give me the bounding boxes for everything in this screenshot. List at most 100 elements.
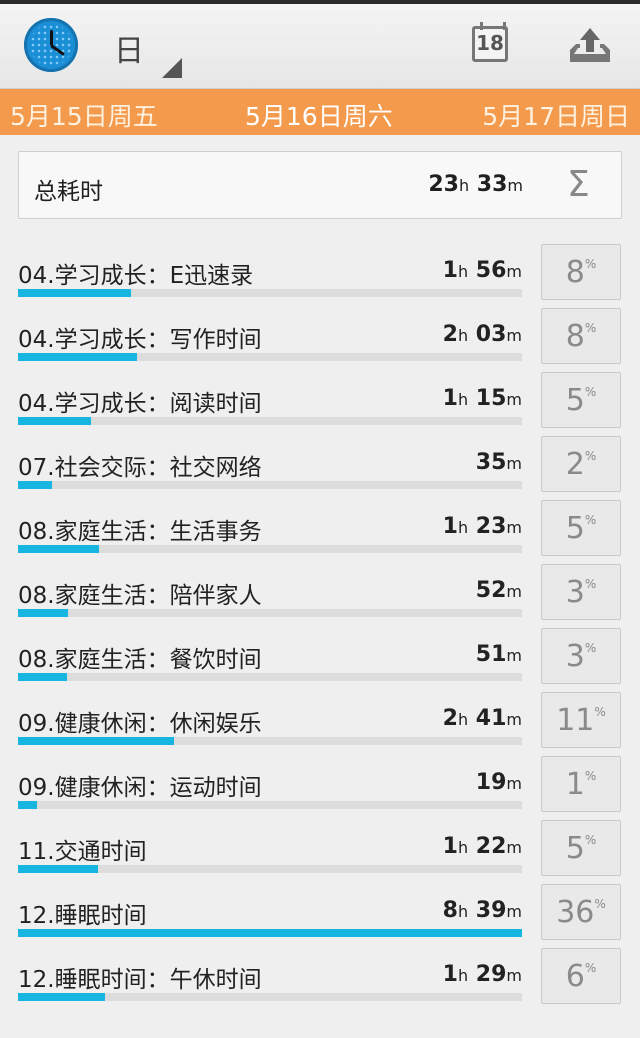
percent-sign: % — [594, 705, 606, 719]
duration-hours: 8 — [442, 898, 458, 923]
duration-minutes: 41 — [475, 706, 507, 731]
percent-badge[interactable]: 36% — [541, 884, 621, 940]
hours-unit: h — [457, 262, 469, 281]
list-item[interactable]: 09.健康休闲：运动时间 19m 1% — [0, 754, 640, 818]
progress-track — [18, 737, 522, 745]
share-upload-icon[interactable] — [566, 26, 614, 66]
list-item[interactable]: 08.家庭生活：生活事务 1h 23m 5% — [0, 498, 640, 562]
duration-hours: 1 — [442, 834, 458, 859]
percent-value: 36 — [556, 895, 595, 930]
list-item[interactable]: 08.家庭生活：陪伴家人 52m 3% — [0, 562, 640, 626]
minutes-unit: m — [506, 518, 522, 537]
percent-value: 11 — [556, 703, 595, 738]
category-name: 08.家庭生活：餐饮时间 — [18, 647, 262, 673]
duration-value: 1h 23m — [443, 514, 522, 539]
minutes-unit: m — [506, 454, 522, 473]
percent-sign: % — [584, 577, 597, 591]
duration-value: 2h 41m — [443, 706, 522, 731]
list-item[interactable]: 12.睡眠时间：午休时间 1h 29m 6% — [0, 946, 640, 1010]
category-name: 08.家庭生活：生活事务 — [18, 519, 262, 545]
minutes-unit: m — [506, 966, 522, 985]
progress-fill — [18, 993, 105, 1001]
duration-hours: 2 — [442, 706, 458, 731]
list-item[interactable]: 08.家庭生活：餐饮时间 51m 3% — [0, 626, 640, 690]
percent-badge[interactable]: 3% — [541, 564, 621, 620]
minutes-unit: m — [506, 646, 522, 665]
list-item[interactable]: 11.交通时间 1h 22m 5% — [0, 818, 640, 882]
minutes-unit: m — [506, 838, 522, 857]
percent-badge[interactable]: 1% — [541, 756, 621, 812]
hours-unit: h — [457, 838, 469, 857]
view-mode-dropdown[interactable]: 日 — [114, 26, 182, 78]
total-hours: 23 — [428, 172, 459, 197]
progress-track — [18, 609, 522, 617]
percent-value: 5 — [565, 383, 585, 418]
duration-minutes: 52 — [475, 578, 507, 603]
total-time-value: 23h 33m — [428, 172, 523, 197]
calendar-icon[interactable]: 18 — [472, 22, 508, 62]
percent-value: 8 — [565, 319, 585, 354]
percent-sign: % — [584, 769, 597, 783]
percent-badge[interactable]: 6% — [541, 948, 621, 1004]
duration-hours: 1 — [442, 514, 458, 539]
minutes-unit: m — [507, 176, 523, 195]
percent-badge[interactable]: 5% — [541, 372, 621, 428]
category-name: 12.睡眠时间 — [18, 903, 147, 929]
percent-badge[interactable]: 3% — [541, 628, 621, 684]
percent-badge[interactable]: 5% — [541, 820, 621, 876]
percent-sign: % — [594, 897, 606, 911]
percent-sign: % — [584, 641, 597, 655]
list-item[interactable]: 04.学习成长：阅读时间 1h 15m 5% — [0, 370, 640, 434]
percent-sign: % — [584, 513, 597, 527]
percent-badge[interactable]: 11% — [541, 692, 621, 748]
minutes-unit: m — [506, 774, 522, 793]
list-item[interactable]: 07.社会交际：社交网络 35m 2% — [0, 434, 640, 498]
list-item[interactable]: 04.学习成长：写作时间 2h 03m 8% — [0, 306, 640, 370]
total-time-label: 总耗时 — [34, 179, 103, 205]
minutes-unit: m — [506, 390, 522, 409]
list-item[interactable]: 09.健康休闲：休闲娱乐 2h 41m 11% — [0, 690, 640, 754]
calendar-rings — [480, 22, 506, 30]
sigma-icon: Σ — [567, 164, 590, 205]
category-name: 09.健康休闲：休闲娱乐 — [18, 711, 262, 737]
progress-fill — [18, 289, 131, 297]
duration-minutes: 15 — [475, 386, 507, 411]
category-name: 08.家庭生活：陪伴家人 — [18, 583, 262, 609]
percent-value: 8 — [565, 255, 585, 290]
category-name: 11.交通时间 — [18, 839, 147, 865]
next-day-link[interactable]: 5月17日周日 — [482, 97, 630, 133]
progress-track — [18, 673, 522, 681]
percent-value: 2 — [565, 447, 585, 482]
category-name: 04.学习成长：阅读时间 — [18, 391, 262, 417]
app-clock-icon[interactable] — [24, 18, 78, 72]
progress-track — [18, 929, 522, 937]
duration-minutes: 22 — [475, 834, 507, 859]
hours-unit: h — [457, 966, 469, 985]
duration-value: 35m — [476, 450, 522, 475]
percent-badge[interactable]: 2% — [541, 436, 621, 492]
percent-sign: % — [584, 257, 597, 271]
list-item[interactable]: 04.学习成长：E迅速录 1h 56m 8% — [0, 242, 640, 306]
hours-unit: h — [457, 902, 469, 921]
hours-unit: h — [457, 710, 469, 729]
duration-value: 51m — [476, 642, 522, 667]
total-time-card[interactable]: 总耗时 23h 33m Σ — [18, 151, 622, 219]
percent-value: 3 — [565, 575, 585, 610]
duration-value: 1h 22m — [443, 834, 522, 859]
percent-badge[interactable]: 5% — [541, 500, 621, 556]
duration-minutes: 19 — [475, 770, 507, 795]
hours-unit: h — [457, 518, 469, 537]
progress-fill — [18, 545, 99, 553]
duration-minutes: 51 — [475, 642, 507, 667]
calendar-day-number: 18 — [476, 31, 504, 55]
previous-day-link[interactable]: 5月15日周五 — [10, 97, 158, 133]
duration-minutes: 56 — [475, 258, 507, 283]
list-item[interactable]: 12.睡眠时间 8h 39m 36% — [0, 882, 640, 946]
percent-badge[interactable]: 8% — [541, 244, 621, 300]
percent-badge[interactable]: 8% — [541, 308, 621, 364]
duration-minutes: 03 — [475, 322, 507, 347]
category-name: 04.学习成长：写作时间 — [18, 327, 262, 353]
progress-fill — [18, 353, 138, 361]
progress-fill — [18, 481, 53, 489]
category-name: 04.学习成长：E迅速录 — [18, 263, 254, 289]
